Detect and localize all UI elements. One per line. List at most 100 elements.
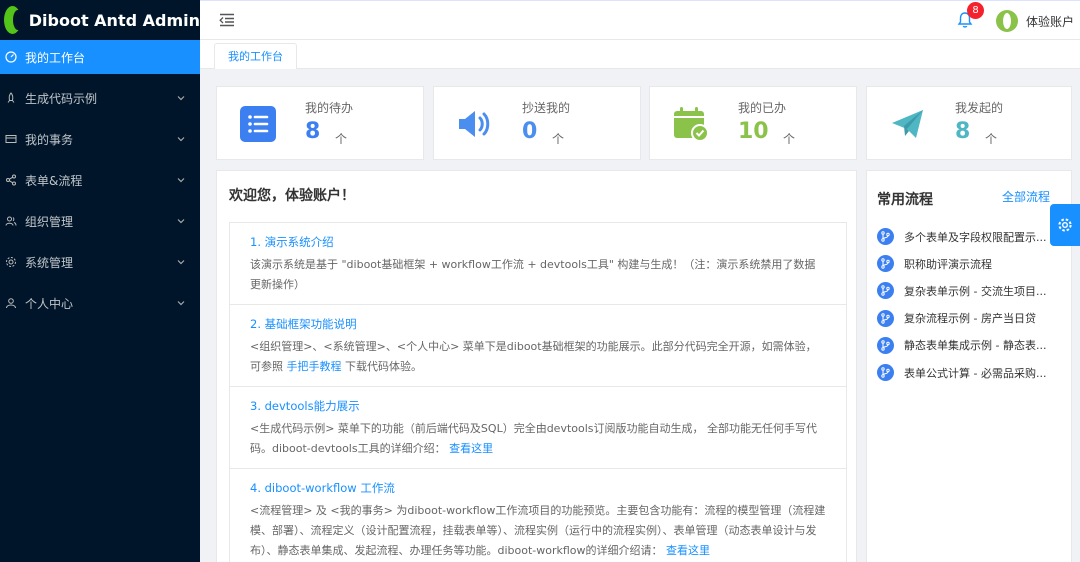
sidebar-item-organization[interactable]: 组织管理	[0, 204, 200, 238]
common-process-panel: 常用流程 全部流程 多个表单及字段权限配置示... 职称助评演示流程 复杂表单示…	[866, 170, 1072, 562]
stat-card-cc[interactable]: 抄送我的 0 个	[433, 86, 641, 160]
process-list: 多个表单及字段权限配置示... 职称助评演示流程 复杂表单示例 - 交流生项目.…	[877, 223, 1067, 386]
branch-icon	[877, 282, 894, 300]
sidebar-item-affairs[interactable]: 我的事务	[0, 122, 200, 156]
rocket-icon	[4, 91, 18, 105]
intro-text: <流程管理> 及 <我的事务> 为diboot-workflow工作流项目的功能…	[250, 504, 826, 557]
chevron-down-icon	[177, 137, 185, 142]
dashboard-icon	[4, 50, 18, 64]
process-name: 复杂表单示例 - 交流生项目...	[904, 284, 1047, 298]
intro-section: 4. diboot-workflow 工作流 <流程管理> 及 <我的事务> 为…	[230, 469, 846, 562]
sidebar-item-label: 我的工作台	[25, 50, 86, 65]
process-title: 常用流程	[877, 192, 933, 208]
sidebar-item-system[interactable]: 系统管理	[0, 245, 200, 279]
process-name: 多个表单及字段权限配置示...	[904, 230, 1047, 244]
user-name[interactable]: 体验账户	[1026, 13, 1074, 30]
stat-card-started[interactable]: 我发起的 8 个	[866, 86, 1072, 160]
all-process-link[interactable]: 全部流程	[1002, 188, 1050, 205]
intro-body: <组织管理>、<系统管理>、<个人中心> 菜单下是diboot基础框架的功能展示…	[250, 337, 826, 377]
chevron-down-icon	[177, 301, 185, 306]
credit-card-icon	[4, 132, 18, 146]
tab-workbench[interactable]: 我的工作台	[214, 43, 297, 69]
welcome-panel: 欢迎您，体验账户！ 1. 演示系统介绍 该演示系统是基于 "diboot基础框架…	[216, 170, 857, 562]
chevron-down-icon	[177, 96, 185, 101]
stat-unit: 个	[552, 132, 565, 146]
share-icon	[4, 173, 18, 187]
branch-icon	[877, 255, 894, 273]
stat-unit: 个	[335, 132, 348, 146]
sidebar-item-label: 表单&流程	[25, 173, 83, 188]
welcome-title: 欢迎您，体验账户！	[229, 188, 355, 204]
intro-body: 该演示系统是基于 "diboot基础框架 + workflow工作流 + dev…	[250, 258, 816, 291]
stat-unit: 个	[985, 132, 998, 146]
list-icon	[240, 106, 276, 142]
sidebar-item-forms-process[interactable]: 表单&流程	[0, 163, 200, 197]
list-item[interactable]: 静态表单集成示例 - 静态表...	[877, 332, 1067, 359]
app-title: Diboot Antd Admin	[28, 10, 200, 30]
stat-label: 抄送我的	[522, 101, 571, 115]
notification-badge: 8	[967, 2, 984, 19]
intro-section: 1. 演示系统介绍 该演示系统是基于 "diboot基础框架 + workflo…	[230, 223, 846, 305]
intro-body: <生成代码示例> 菜单下的功能（前后端代码及SQL）完全由devtools订阅版…	[250, 419, 826, 459]
list-item[interactable]: 复杂表单示例 - 交流生项目...	[877, 277, 1067, 304]
sidebar-item-label: 个人中心	[25, 296, 74, 311]
stat-label: 我的待办	[305, 101, 354, 115]
sidebar-item-profile[interactable]: 个人中心	[0, 286, 200, 320]
chevron-down-icon	[177, 219, 185, 224]
chevron-down-icon	[177, 178, 185, 183]
top-header: 8 体验账户	[200, 0, 1080, 40]
sidebar-item-label: 我的事务	[25, 132, 74, 147]
process-name: 复杂流程示例 - 房产当日贷	[904, 312, 1036, 326]
logo-icon	[4, 6, 23, 34]
calendar-check-icon	[674, 107, 709, 142]
stat-card-todo[interactable]: 我的待办 8 个	[216, 86, 424, 160]
list-item[interactable]: 职称助评演示流程	[877, 250, 1067, 277]
gear-icon	[4, 255, 18, 269]
sidebar-item-label: 系统管理	[25, 255, 74, 270]
branch-icon	[877, 336, 894, 354]
intro-heading: 1. 演示系统介绍	[250, 235, 334, 249]
list-item[interactable]: 表单公式计算 - 必需品采购...	[877, 359, 1067, 386]
devtools-link[interactable]: 查看这里	[449, 442, 493, 455]
stat-unit: 个	[783, 132, 796, 146]
intro-heading: 2. 基础框架功能说明	[250, 317, 357, 331]
user-icon	[4, 296, 18, 310]
stat-card-done[interactable]: 我的已办 10 个	[649, 86, 857, 160]
intro-list: 1. 演示系统介绍 该演示系统是基于 "diboot基础框架 + workflo…	[229, 222, 847, 562]
stat-value: 10	[738, 119, 769, 144]
branch-icon	[877, 364, 894, 382]
sidebar-item-workbench[interactable]: 我的工作台	[0, 40, 200, 74]
team-icon	[4, 214, 18, 228]
app-logo[interactable]: Diboot Antd Admin	[0, 0, 200, 40]
send-icon	[892, 110, 923, 138]
sidebar: Diboot Antd Admin 我的工作台 生成代码示例 我的事务 表单&流…	[0, 0, 200, 562]
chevron-down-icon	[177, 260, 185, 265]
menu-fold-icon[interactable]	[219, 13, 235, 27]
stat-value: 8	[305, 119, 321, 144]
stat-value: 0	[522, 119, 538, 144]
process-name: 表单公式计算 - 必需品采购...	[904, 366, 1047, 380]
branch-icon	[877, 228, 894, 246]
sidebar-item-codegen[interactable]: 生成代码示例	[0, 81, 200, 115]
intro-heading: 4. diboot-workflow 工作流	[250, 481, 395, 495]
stat-value: 8	[955, 119, 971, 144]
workflow-link[interactable]: 查看这里	[666, 544, 710, 557]
sidebar-item-label: 组织管理	[25, 214, 74, 229]
intro-text: 下载代码体验。	[341, 360, 422, 373]
stat-label: 我的已办	[738, 101, 787, 115]
tutorial-link[interactable]: 手把手教程	[287, 360, 342, 373]
intro-heading: 3. devtools能力展示	[250, 399, 360, 413]
settings-button[interactable]	[1050, 204, 1080, 246]
avatar[interactable]	[996, 10, 1018, 32]
gear-icon	[1058, 218, 1072, 232]
list-item[interactable]: 复杂流程示例 - 房产当日贷	[877, 305, 1067, 332]
list-item[interactable]: 多个表单及字段权限配置示...	[877, 223, 1067, 250]
sidebar-menu: 我的工作台 生成代码示例 我的事务 表单&流程 组织管理 系统管理 个人中心	[0, 40, 200, 320]
intro-section: 2. 基础框架功能说明 <组织管理>、<系统管理>、<个人中心> 菜单下是dib…	[230, 305, 846, 387]
intro-body: <流程管理> 及 <我的事务> 为diboot-workflow工作流项目的功能…	[250, 501, 826, 561]
process-name: 静态表单集成示例 - 静态表...	[904, 339, 1047, 353]
sound-icon	[459, 111, 490, 137]
stat-label: 我发起的	[955, 101, 1004, 115]
process-name: 职称助评演示流程	[904, 257, 992, 271]
sidebar-item-label: 生成代码示例	[25, 91, 98, 106]
